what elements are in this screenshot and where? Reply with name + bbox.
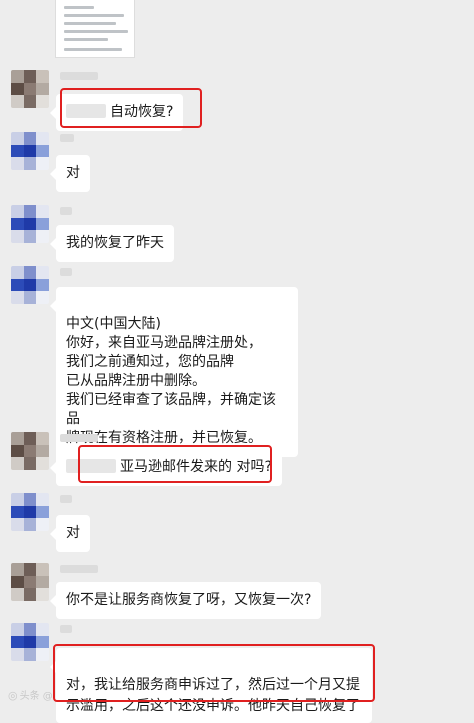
- sender-name: [60, 495, 72, 503]
- message-bubble[interactable]: 自动恢复?: [49, 94, 184, 131]
- avatar[interactable]: [11, 266, 49, 304]
- camera-icon: ◎: [8, 689, 18, 702]
- redacted-text: [66, 104, 106, 118]
- chat-window: 自动恢复? 对 我的恢复了昨天 中文(中国大陆) 你好，来自亚马逊品牌注册处， …: [0, 0, 474, 723]
- watermark-text: 头条 @: [19, 691, 53, 702]
- message-text: 对: [66, 165, 80, 181]
- message-text: 自动恢复?: [110, 104, 174, 120]
- message-bubble[interactable]: 对: [50, 515, 90, 552]
- message-text: 对: [66, 525, 80, 541]
- message-text: 中文(中国大陆) 你好，来自亚马逊品牌注册处， 我们之前通知过，您的品牌 已从品…: [66, 316, 276, 446]
- message-bubble[interactable]: 对: [50, 155, 90, 192]
- sender-name: [60, 268, 72, 276]
- sender-name: [60, 434, 98, 442]
- redacted-text: [66, 459, 116, 473]
- avatar[interactable]: [11, 70, 49, 108]
- message-bubble[interactable]: 对，我让给服务商申诉过了，然后过一个月又提 示滥用，之后这个还没申诉。他昨天自己…: [50, 648, 372, 723]
- watermark: ◎ 头条 @: [8, 687, 53, 702]
- sender-name: [60, 134, 74, 142]
- sender-name: [60, 207, 72, 215]
- sender-name: [60, 625, 72, 633]
- message-bubble[interactable]: 我的恢复了昨天: [50, 225, 174, 262]
- avatar[interactable]: [11, 432, 49, 470]
- sender-name: [60, 72, 98, 80]
- message-text: 你不是让服务商恢复了呀，又恢复一次?: [66, 592, 312, 608]
- shared-image-thumbnail[interactable]: [55, 0, 135, 58]
- avatar[interactable]: [11, 623, 49, 661]
- avatar[interactable]: [11, 493, 49, 531]
- message-text: 亚马逊邮件发来的 对吗?: [120, 459, 272, 475]
- avatar[interactable]: [11, 132, 49, 170]
- avatar[interactable]: [11, 563, 49, 601]
- sender-name: [60, 565, 98, 573]
- message-bubble[interactable]: 中文(中国大陆) 你好，来自亚马逊品牌注册处， 我们之前通知过，您的品牌 已从品…: [50, 287, 298, 457]
- message-text: 我的恢复了昨天: [66, 235, 164, 251]
- avatar[interactable]: [11, 205, 49, 243]
- message-bubble[interactable]: 亚马逊邮件发来的 对吗?: [50, 449, 282, 486]
- message-bubble[interactable]: 你不是让服务商恢复了呀，又恢复一次?: [49, 582, 322, 619]
- message-text: 对，我让给服务商申诉过了，然后过一个月又提 示滥用，之后这个还没申诉。他昨天自己…: [66, 677, 360, 714]
